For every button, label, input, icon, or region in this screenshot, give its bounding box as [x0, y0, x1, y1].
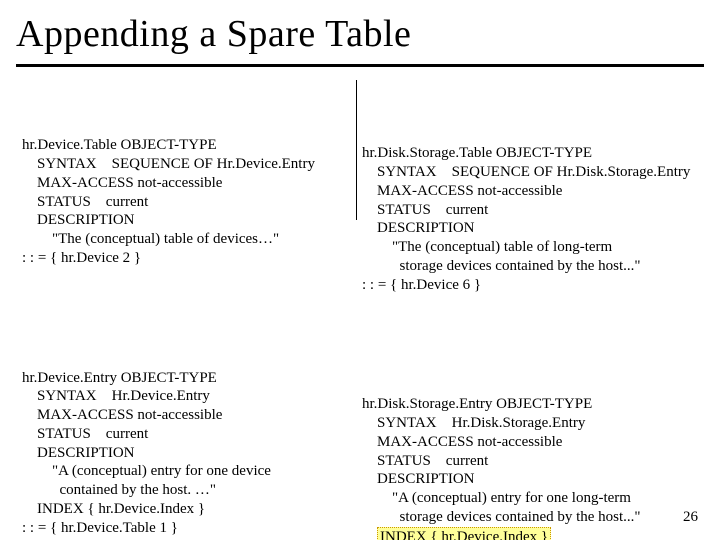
code-line: SYNTAX SEQUENCE OF Hr.Disk.Storage.Entry	[362, 164, 690, 180]
code-line: storage devices contained by the host...…	[362, 509, 641, 525]
code-line: INDEX { hr.Device.Index }	[22, 501, 205, 517]
code-line: "The (conceptual) table of devices…"	[22, 231, 279, 247]
code-line: "A (conceptual) entry for one device	[22, 463, 271, 479]
left-column: hr.Device.Table OBJECT-TYPE SYNTAX SEQUE…	[22, 80, 362, 540]
code-line: STATUS current	[22, 194, 148, 210]
code-line: SYNTAX SEQUENCE OF Hr.Device.Entry	[22, 156, 315, 172]
code-line: hr.Disk.Storage.Table OBJECT-TYPE	[362, 145, 592, 161]
page-number: 26	[683, 509, 698, 526]
code-line: DESCRIPTION	[362, 220, 475, 236]
code-line: STATUS current	[362, 202, 488, 218]
code-line: "The (conceptual) table of long-term	[362, 239, 612, 255]
title-wrap: Appending a Spare Table	[16, 6, 704, 67]
code-line: MAX-ACCESS not-accessible	[22, 175, 222, 191]
code-line: DESCRIPTION	[22, 212, 135, 228]
code-line: "A (conceptual) entry for one long-term	[362, 490, 631, 506]
code-line: storage devices contained by the host...…	[362, 258, 641, 274]
code-line: DESCRIPTION	[362, 471, 475, 487]
slide: Appending a Spare Table hr.Device.Table …	[0, 0, 720, 540]
highlight-index-line: INDEX { hr.Device.Index }	[377, 527, 551, 540]
code-line: hr.Device.Table OBJECT-TYPE	[22, 137, 217, 153]
mib-block-device-table: hr.Device.Table OBJECT-TYPE SYNTAX SEQUE…	[22, 118, 362, 287]
code-line: MAX-ACCESS not-accessible	[22, 407, 222, 423]
code-line: : : = { hr.Device 2 }	[22, 250, 141, 266]
code-line: : : = { hr.Device 6 }	[362, 277, 481, 293]
right-column: hr.Disk.Storage.Table OBJECT-TYPE SYNTAX…	[362, 88, 712, 540]
code-line: SYNTAX Hr.Device.Entry	[22, 388, 210, 404]
slide-title: Appending a Spare Table	[16, 6, 704, 67]
code-line: STATUS current	[362, 453, 488, 469]
code-line: contained by the host. …"	[22, 482, 216, 498]
code-line: hr.Disk.Storage.Entry OBJECT-TYPE	[362, 396, 592, 412]
code-line: MAX-ACCESS not-accessible	[362, 434, 562, 450]
code-line: SYNTAX Hr.Disk.Storage.Entry	[362, 415, 585, 431]
code-line	[362, 529, 377, 540]
mib-block-disk-storage-table: hr.Disk.Storage.Table OBJECT-TYPE SYNTAX…	[362, 126, 712, 314]
code-line: STATUS current	[22, 426, 148, 442]
code-line: DESCRIPTION	[22, 445, 135, 461]
code-line: : : = { hr.Device.Table 1 }	[22, 520, 178, 536]
code-line: MAX-ACCESS not-accessible	[362, 183, 562, 199]
mib-block-device-entry: hr.Device.Entry OBJECT-TYPE SYNTAX Hr.De…	[22, 350, 362, 540]
content-area: hr.Device.Table OBJECT-TYPE SYNTAX SEQUE…	[0, 80, 720, 500]
mib-block-disk-storage-entry: hr.Disk.Storage.Entry OBJECT-TYPE SYNTAX…	[362, 377, 712, 540]
code-line: hr.Device.Entry OBJECT-TYPE	[22, 370, 217, 386]
